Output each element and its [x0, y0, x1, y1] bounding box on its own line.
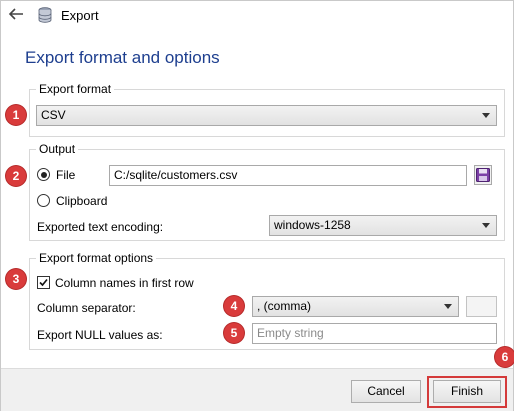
separator-custom-field[interactable] — [466, 296, 497, 317]
file-radio[interactable] — [37, 168, 50, 181]
cancel-button[interactable]: Cancel — [351, 380, 421, 403]
step-badge-1: 1 — [6, 105, 26, 125]
format-options-group-label: Export format options — [36, 251, 157, 265]
dialog-footer: Cancel Finish — [1, 368, 513, 411]
file-path-field[interactable]: C:/sqlite/customers.csv — [109, 165, 467, 186]
export-window: Export Export format and options Export … — [0, 0, 514, 411]
export-format-select[interactable]: CSV — [36, 105, 497, 126]
finish-button[interactable]: Finish — [433, 380, 501, 403]
chevron-down-icon — [482, 113, 490, 118]
output-group-label: Output — [36, 142, 79, 156]
step-badge-6: 6 — [495, 347, 514, 367]
export-format-group-label: Export format — [36, 82, 115, 96]
checkmark-icon — [39, 278, 48, 287]
window-title: Export — [61, 8, 99, 23]
page-title: Export format and options — [25, 48, 220, 67]
step-badge-5: 5 — [224, 323, 244, 343]
floppy-disk-icon — [476, 168, 490, 182]
step-badge-4: 4 — [224, 296, 244, 316]
chevron-down-icon — [444, 304, 452, 309]
null-values-label: Export NULL values as: — [37, 328, 163, 342]
file-radio-label[interactable]: File — [56, 168, 75, 182]
encoding-value: windows-1258 — [274, 218, 351, 232]
step-badge-2: 2 — [6, 166, 26, 186]
column-names-checkbox[interactable] — [37, 276, 50, 289]
title-bar: Export — [1, 1, 513, 29]
separator-label: Column separator: — [37, 301, 136, 315]
separator-value: , (comma) — [257, 299, 311, 313]
back-arrow-icon[interactable] — [7, 5, 25, 23]
encoding-label: Exported text encoding: — [37, 220, 164, 234]
column-separator-select[interactable]: , (comma) — [252, 296, 459, 317]
clipboard-radio-label[interactable]: Clipboard — [56, 194, 107, 208]
encoding-select[interactable]: windows-1258 — [269, 215, 497, 236]
export-format-value: CSV — [41, 108, 66, 122]
column-names-label[interactable]: Column names in first row — [55, 276, 194, 290]
save-file-button[interactable] — [474, 165, 492, 185]
clipboard-radio[interactable] — [37, 194, 50, 207]
chevron-down-icon — [482, 223, 490, 228]
database-icon — [38, 7, 52, 23]
null-values-input[interactable]: Empty string — [252, 323, 497, 344]
step-badge-3: 3 — [6, 269, 26, 289]
